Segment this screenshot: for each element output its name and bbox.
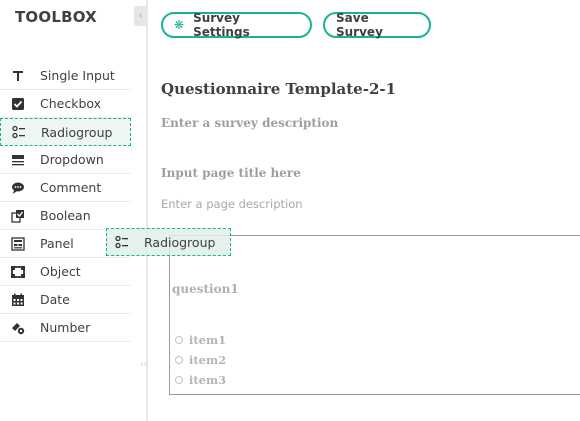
survey-title[interactable]: Questionnaire Template-2-1: [161, 80, 396, 98]
radiogroup-icon: [12, 125, 26, 139]
radio-choice-item1[interactable]: item1: [175, 333, 226, 347]
survey-description-field[interactable]: Enter a survey description: [161, 116, 338, 130]
toolbox-item-comment[interactable]: Comment: [0, 174, 131, 202]
object-icon: [11, 265, 25, 279]
checkbox-icon: [11, 97, 25, 111]
radio-button[interactable]: [175, 336, 183, 344]
radio-button[interactable]: [175, 356, 183, 364]
dropdown-icon: [11, 153, 25, 167]
toolbox-item-boolean[interactable]: Boolean: [0, 202, 131, 230]
drag-ghost-radiogroup[interactable]: Radiogroup: [106, 228, 231, 256]
toolbox-item-date[interactable]: Date: [0, 286, 131, 314]
question-panel[interactable]: [169, 235, 580, 395]
calendar-icon: [11, 293, 25, 307]
save-survey-button[interactable]: Save Survey: [323, 11, 431, 39]
toolbox-item-label: Radiogroup: [41, 124, 113, 140]
toolbox-item-label: Single Input: [40, 68, 115, 83]
toolbox-item-label: Boolean: [40, 208, 91, 223]
toolbox-panel: TOOLBOX Single Input Checkbox Radiogroup…: [0, 0, 131, 421]
toolbox-title: TOOLBOX: [15, 8, 97, 26]
toolbox-item-number[interactable]: Number: [0, 314, 131, 342]
question-title[interactable]: question1: [172, 282, 239, 296]
toolbox-item-label: Dropdown: [40, 152, 104, 167]
choice-label: item3: [189, 373, 227, 387]
toolbox-item-label: Number: [40, 320, 91, 335]
survey-settings-button[interactable]: ❋ Survey Settings: [161, 11, 312, 39]
radio-button[interactable]: [175, 376, 183, 384]
radio-choice-item3[interactable]: item3: [175, 373, 226, 387]
boolean-icon: [11, 209, 25, 223]
toolbox-item-label: Checkbox: [40, 96, 102, 111]
number-icon: [11, 321, 25, 335]
drag-ghost-label: Radiogroup: [144, 234, 216, 250]
comment-icon: [11, 181, 25, 195]
page-title-field[interactable]: Input page title here: [161, 166, 301, 180]
text-input-icon: [11, 69, 25, 83]
chevron-left-icon: ‹: [138, 11, 143, 21]
toolbox-item-label: Comment: [40, 180, 102, 195]
choice-label: item2: [189, 353, 227, 367]
toolbox-item-radiogroup[interactable]: Radiogroup: [0, 118, 131, 146]
toolbox-list: Single Input Checkbox Radiogroup Dropdow…: [0, 62, 131, 342]
save-survey-label: Save Survey: [336, 11, 383, 39]
page-description-field[interactable]: Enter a page description: [161, 197, 303, 211]
gear-icon: ❋: [174, 18, 185, 32]
toolbox-divider[interactable]: [146, 0, 148, 421]
radio-choice-item2[interactable]: item2: [175, 353, 226, 367]
toolbox-item-label: Object: [40, 264, 81, 279]
resize-handle-icon[interactable]: ‹›: [140, 360, 147, 370]
toolbox-item-label: Date: [40, 292, 70, 307]
toolbox-item-checkbox[interactable]: Checkbox: [0, 90, 131, 118]
survey-settings-label: Survey Settings: [193, 11, 250, 39]
toolbox-item-single-input[interactable]: Single Input: [0, 62, 131, 90]
toolbox-item-dropdown[interactable]: Dropdown: [0, 146, 131, 174]
toolbox-item-object[interactable]: Object: [0, 258, 131, 286]
panel-icon: [11, 236, 25, 251]
toolbox-item-label: Panel: [40, 236, 74, 251]
choice-label: item1: [189, 333, 227, 347]
radiogroup-icon: [115, 235, 129, 249]
